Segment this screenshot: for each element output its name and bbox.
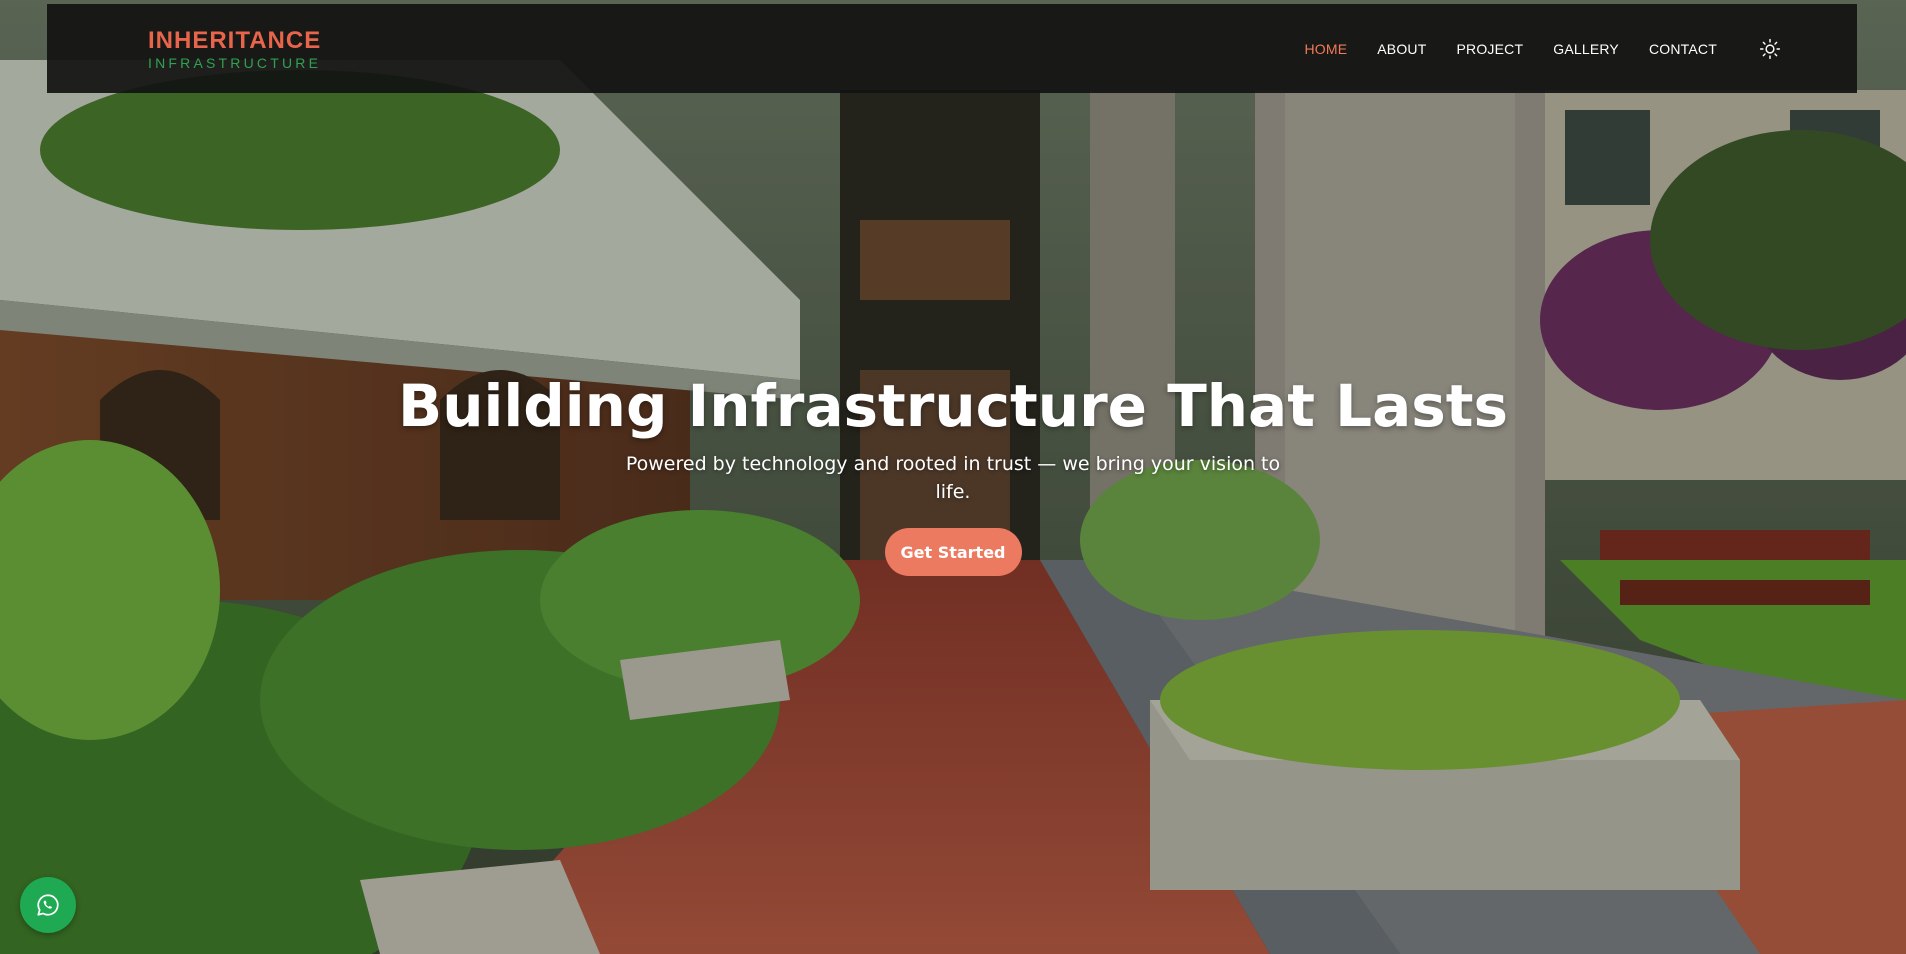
navbar: INHERITANCE INFRASTRUCTURE HOME ABOUT PR… <box>47 4 1857 93</box>
hero-title: Building Infrastructure That Lasts <box>398 372 1508 440</box>
logo-tagline: INFRASTRUCTURE <box>148 55 322 71</box>
logo[interactable]: INHERITANCE INFRASTRUCTURE <box>148 27 322 74</box>
nav-item-gallery[interactable]: GALLERY <box>1553 41 1619 57</box>
hero-subtitle: Powered by technology and rooted in trus… <box>625 453 1281 503</box>
nav-item-project[interactable]: PROJECT <box>1456 41 1523 57</box>
hero-content: Building Infrastructure That Lasts Power… <box>0 370 1906 576</box>
main-nav: HOME ABOUT PROJECT GALLERY CONTACT <box>1304 4 1717 93</box>
whatsapp-icon <box>37 894 59 916</box>
logo-wordmark: INHERITANCE <box>148 27 322 54</box>
whatsapp-button[interactable] <box>20 877 76 933</box>
theme-toggle-button[interactable] <box>1759 38 1781 60</box>
nav-item-contact[interactable]: CONTACT <box>1649 41 1717 57</box>
nav-item-home[interactable]: HOME <box>1304 41 1347 57</box>
nav-item-about[interactable]: ABOUT <box>1377 41 1426 57</box>
sun-icon <box>1759 38 1781 60</box>
get-started-button[interactable]: Get Started <box>884 528 1022 576</box>
